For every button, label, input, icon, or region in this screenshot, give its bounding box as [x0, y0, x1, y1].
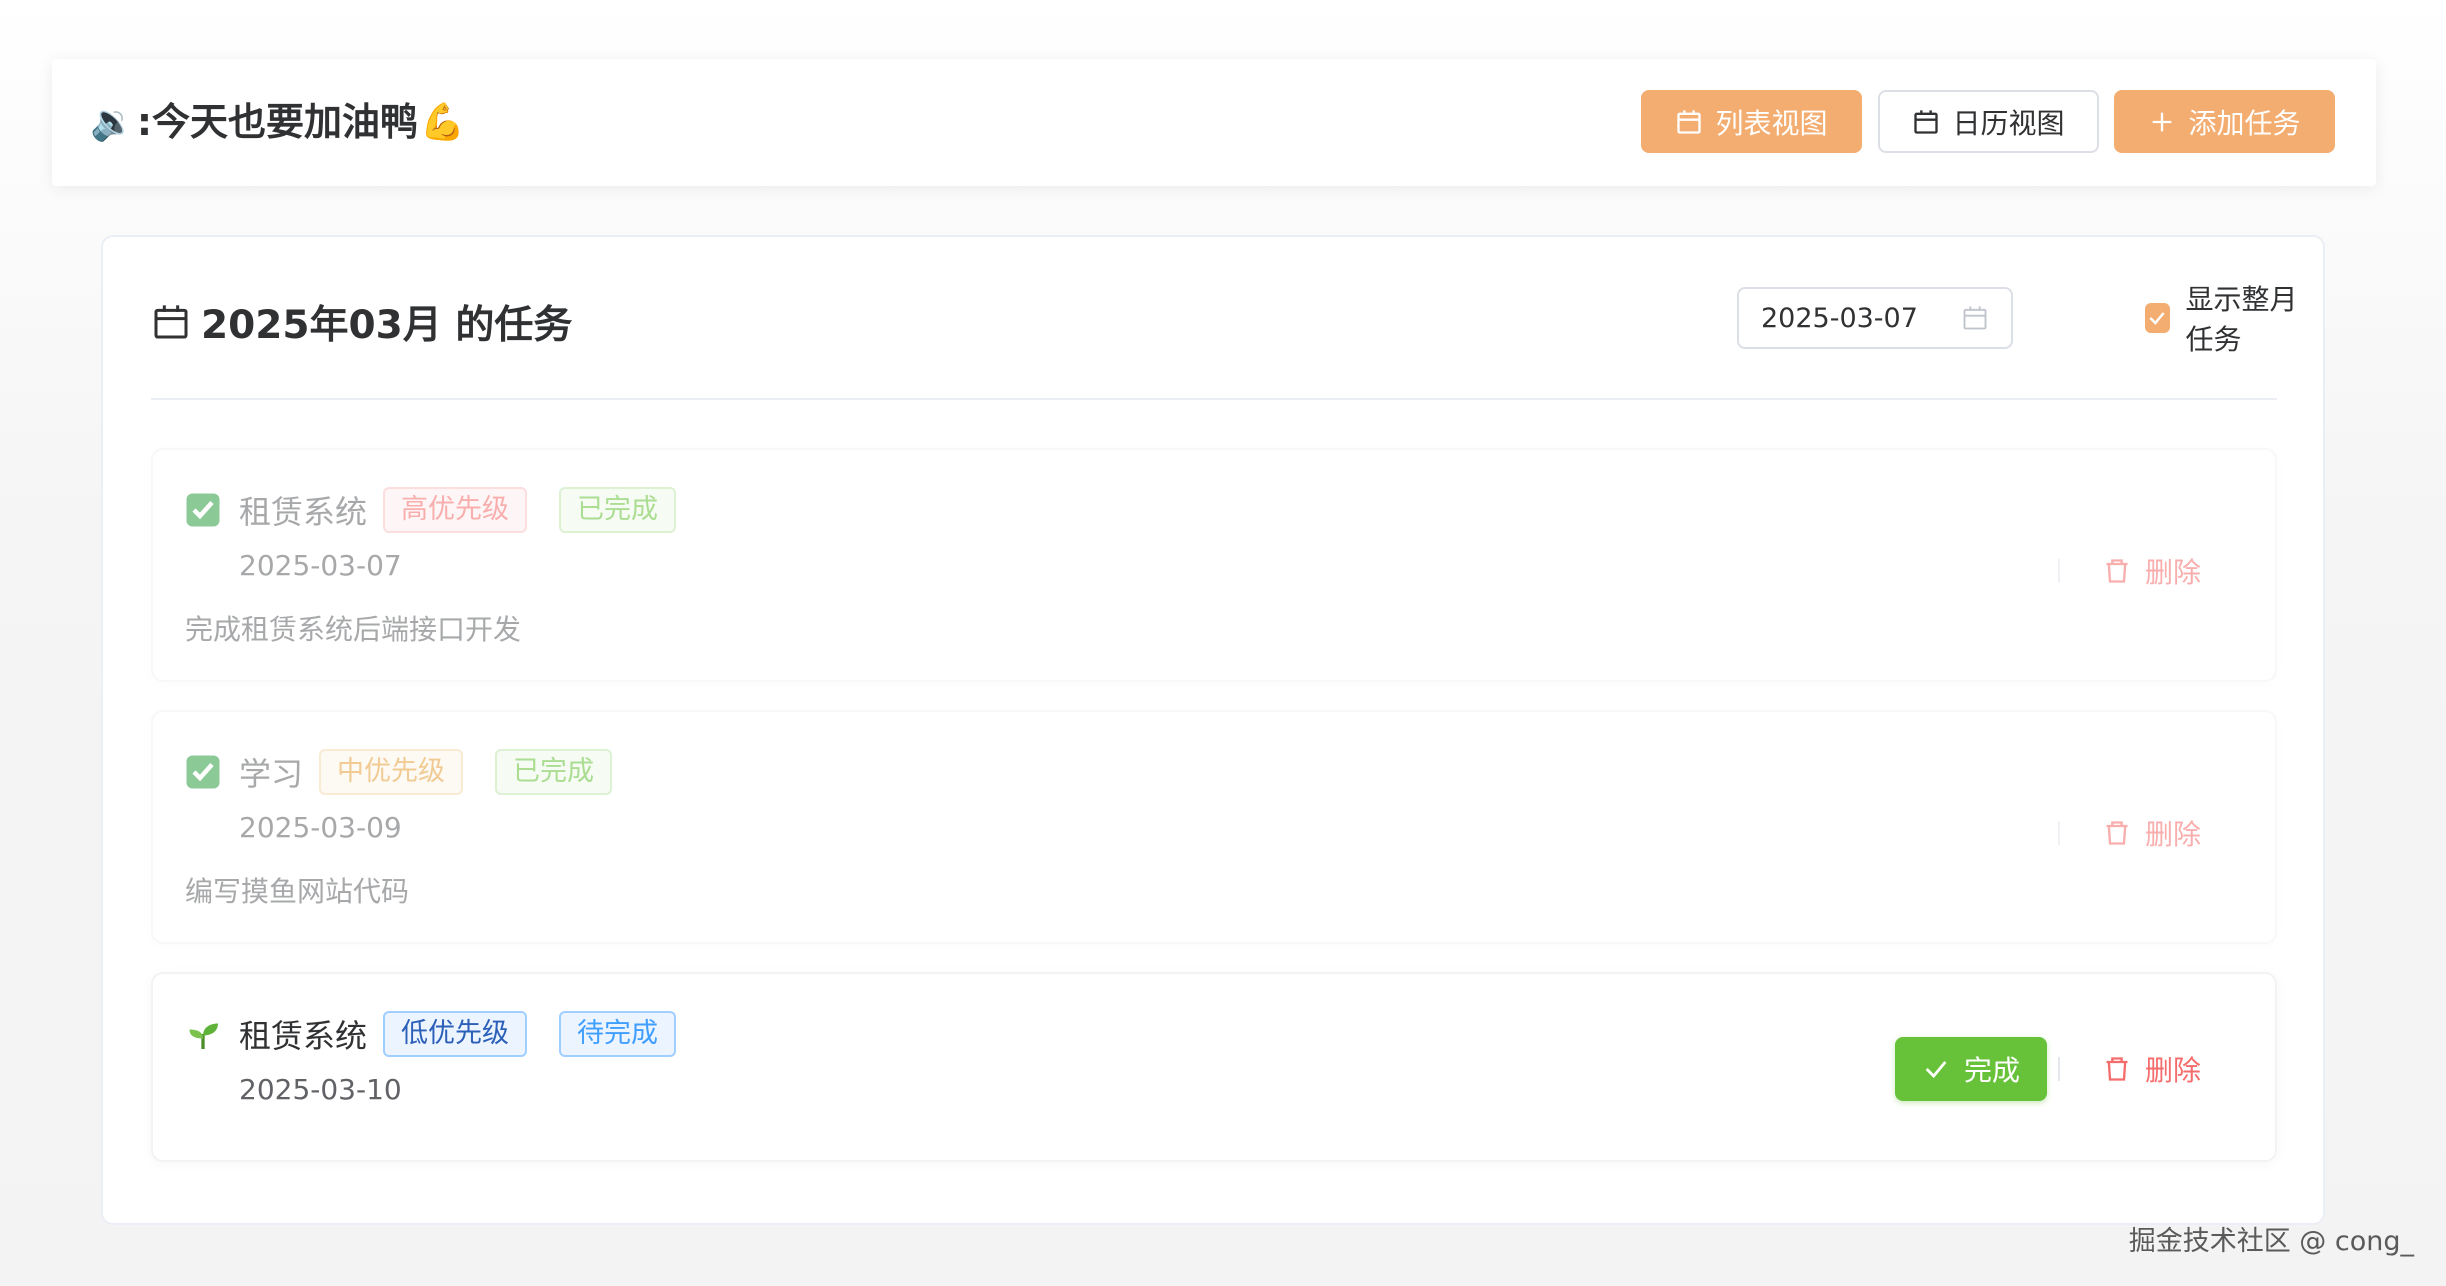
date-picker-input[interactable]: 2025-03-07 [1737, 287, 2013, 349]
header-title-text: :今天也要加油鸭 [136, 100, 419, 144]
delete-label: 删除 [2145, 556, 2202, 589]
calendar-view-button[interactable]: 日历视图 [1878, 90, 2099, 153]
task-description: 完成租赁系统后端接口开发 [185, 613, 522, 646]
title-divider [151, 398, 2277, 400]
trash-icon [2106, 821, 2128, 845]
speaker-icon: 🔉 [90, 102, 135, 143]
status-tag: 已完成 [559, 487, 677, 533]
status-tag: 已完成 [495, 749, 613, 795]
check-icon [1925, 1061, 1947, 1079]
delete-button[interactable]: 删除 [2103, 1044, 2201, 1094]
calendar-view-label: 日历视图 [1952, 106, 2065, 140]
status-tag: 待完成 [559, 1011, 677, 1057]
action-divider [2058, 821, 2060, 845]
show-month-toggle[interactable]: 显示整月任务 [2145, 283, 2323, 356]
task-date: 2025-03-09 [239, 811, 402, 844]
header-title: 🔉 :今天也要加油鸭 💪 [90, 59, 465, 186]
task-header: 租赁系统 高优先级 已完成 [185, 485, 708, 535]
calendar-icon [1914, 109, 1939, 134]
add-task-button[interactable]: 添加任务 [2114, 90, 2335, 153]
top-header: 🔉 :今天也要加油鸭 💪 列表视图 日历视图 添加任务 [52, 59, 2376, 186]
task-header: 租赁系统 低优先级 待完成 [185, 1009, 708, 1059]
priority-tag: 低优先级 [383, 1011, 528, 1057]
task-date: 2025-03-10 [239, 1073, 402, 1106]
trash-icon [2106, 1057, 2128, 1081]
action-divider [2058, 1057, 2060, 1081]
check-box-icon [185, 492, 221, 528]
task-name: 租赁系统 [239, 1017, 368, 1055]
muscle-icon: 💪 [420, 102, 465, 143]
priority-tag: 中优先级 [319, 749, 464, 795]
delete-label: 删除 [2145, 1054, 2202, 1087]
list-view-label: 列表视图 [1715, 106, 1828, 140]
task-name: 学习 [239, 755, 304, 793]
check-box-icon [185, 754, 221, 790]
show-month-label: 显示整月任务 [2185, 283, 2298, 356]
plus-icon [2153, 112, 2172, 131]
task-name: 租赁系统 [239, 493, 368, 531]
action-divider [2058, 559, 2060, 583]
trash-icon [2106, 559, 2128, 583]
task-item: 租赁系统 高优先级 已完成 2025-03-07 完成租赁系统后端接口开发 删除 [151, 448, 2277, 682]
date-picker-value: 2025-03-07 [1761, 302, 1918, 334]
show-month-checkbox[interactable] [2145, 303, 2170, 333]
complete-label: 完成 [1963, 1054, 2020, 1087]
delete-label: 删除 [2145, 818, 2202, 851]
task-header: 学习 中优先级 已完成 [185, 747, 644, 797]
calendar-icon [1677, 109, 1702, 134]
task-item: 租赁系统 低优先级 待完成 2025-03-10 完成 删除 [151, 972, 2277, 1162]
delete-button[interactable]: 删除 [2103, 546, 2201, 596]
calendar-icon [154, 305, 188, 339]
seedling-icon [185, 1016, 221, 1052]
add-task-label: 添加任务 [2188, 106, 2301, 140]
task-item: 学习 中优先级 已完成 2025-03-09 编写摸鱼网站代码 删除 [151, 710, 2277, 944]
delete-button[interactable]: 删除 [2103, 808, 2201, 858]
card-title-text: 2025年03月 的任务 [201, 303, 573, 348]
task-date: 2025-03-07 [239, 549, 402, 582]
task-description: 编写摸鱼网站代码 [185, 875, 410, 908]
watermark: 掘金技术社区 @ cong_ [2128, 1226, 2414, 1257]
card-title: 2025年03月 的任务 [151, 292, 572, 352]
calendar-icon [1963, 306, 1987, 330]
complete-button[interactable]: 完成 [1895, 1037, 2047, 1101]
list-view-button[interactable]: 列表视图 [1641, 90, 1862, 153]
check-icon [2149, 312, 2165, 325]
task-card: 2025年03月 的任务 2025-03-07 显示整月任务 租赁系统 高优先级… [101, 235, 2325, 1225]
priority-tag: 高优先级 [383, 487, 528, 533]
